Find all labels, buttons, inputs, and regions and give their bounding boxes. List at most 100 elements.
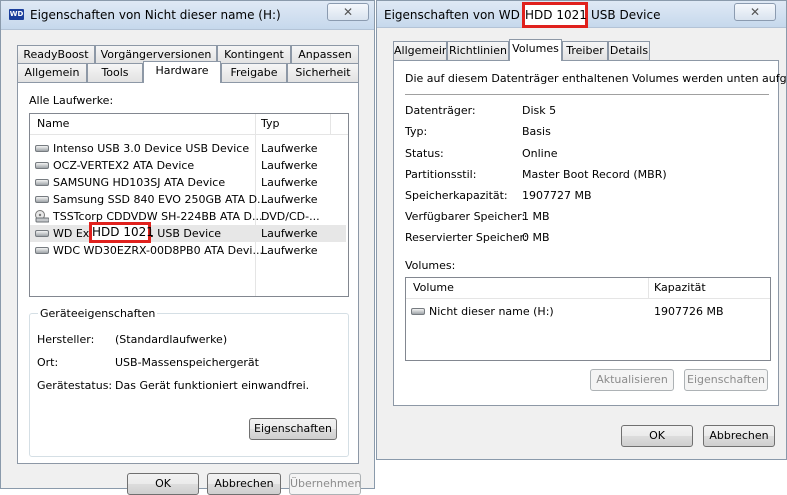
drive-name: OCZ-VERTEX2 ATA Device bbox=[53, 159, 195, 172]
wd-logo-icon: WD bbox=[9, 9, 24, 20]
info-label: Typ: bbox=[405, 125, 428, 138]
dvd-drive-icon bbox=[35, 210, 49, 223]
disk-drive-icon bbox=[35, 145, 49, 152]
tab-hardware[interactable]: Hardware bbox=[143, 61, 221, 83]
volume-drive-icon bbox=[411, 308, 425, 315]
drive-row-selected[interactable]: WD Ext HDD 1021 USB Device Laufwerke bbox=[30, 225, 346, 242]
info-value: Master Boot Record (MBR) bbox=[522, 168, 667, 181]
info-value: Basis bbox=[522, 125, 551, 138]
disk-drive-icon bbox=[35, 162, 49, 169]
info-value: 0 MB bbox=[522, 231, 550, 244]
drive-type: Laufwerke bbox=[261, 176, 318, 189]
drive-type: Laufwerke bbox=[261, 159, 318, 172]
drive-row[interactable]: WDC WD30EZRX-00D8PB0 ATA Devi... Laufwer… bbox=[30, 242, 346, 259]
right-titlebar[interactable]: Eigenschaften von WD Ext HDD 1021 USB De… bbox=[377, 1, 786, 28]
left-properties-window: WD Eigenschaften von Nicht dieser name (… bbox=[0, 0, 375, 495]
update-button[interactable]: Aktualisieren bbox=[590, 369, 674, 391]
volumes-panel: Die auf diesem Datenträger enthaltenen V… bbox=[393, 60, 787, 406]
prop-value: (Standardlaufwerke) bbox=[115, 333, 228, 346]
volumes-label: Volumes: bbox=[405, 259, 456, 272]
tab-sicherheit[interactable]: Sicherheit bbox=[287, 63, 359, 82]
all-drives-label: Alle Laufwerke: bbox=[29, 94, 114, 107]
tab-allgemein[interactable]: Allgemein bbox=[17, 63, 87, 82]
device-properties-button[interactable]: Eigenschaften bbox=[249, 418, 337, 440]
column-name[interactable]: Name bbox=[37, 114, 69, 134]
device-properties-group: Geräteeigenschaften Hersteller: (Standar… bbox=[29, 307, 349, 457]
right-window-title: Eigenschaften von WD Ext bbox=[384, 8, 543, 22]
column-type[interactable]: Typ bbox=[261, 114, 280, 134]
info-label: Speicherkapazität: bbox=[405, 189, 508, 202]
column-divider-end bbox=[330, 114, 331, 134]
left-titlebar[interactable]: WD Eigenschaften von Nicht dieser name (… bbox=[1, 1, 374, 30]
column-capacity[interactable]: Kapazität bbox=[654, 278, 706, 298]
drive-type: Laufwerke bbox=[261, 142, 318, 155]
ok-button[interactable]: OK bbox=[621, 425, 693, 447]
info-label: Verfügbarer Speicher: bbox=[405, 210, 526, 223]
drive-row[interactable]: TSSTcorp CDDVDW SH-224BB ATA D... DVD/CD… bbox=[30, 208, 346, 225]
disk-drive-icon bbox=[35, 247, 49, 254]
tab-freigabe[interactable]: Freigabe bbox=[221, 63, 287, 82]
column-volume[interactable]: Volume bbox=[413, 278, 454, 298]
drive-name: Samsung SSD 840 EVO 250GB ATA D... bbox=[53, 193, 268, 206]
prop-value: USB-Massenspeichergerät bbox=[115, 356, 259, 369]
info-label: Partitionsstil: bbox=[405, 168, 477, 181]
volumes-list[interactable]: Volume Kapazität Nicht dieser name (H:) … bbox=[405, 277, 771, 361]
info-label: Reservierter Speicher: bbox=[405, 231, 528, 244]
tab-treiber[interactable]: Treiber bbox=[562, 41, 608, 60]
tab-tools[interactable]: Tools bbox=[87, 63, 143, 82]
cancel-button[interactable]: Abbrechen bbox=[703, 425, 775, 447]
drives-list[interactable]: Name Typ Intenso USB 3.0 Device USB Devi… bbox=[29, 113, 349, 297]
info-value: Online bbox=[522, 147, 558, 160]
disk-drive-icon bbox=[35, 179, 49, 186]
tab-allgemein[interactable]: Allgemein bbox=[393, 41, 447, 60]
apply-button[interactable]: Übernehmen bbox=[289, 473, 361, 495]
info-label: Datenträger: bbox=[405, 104, 476, 117]
tab-volumes[interactable]: Volumes bbox=[509, 39, 562, 61]
drive-name: SAMSUNG HD103SJ ATA Device bbox=[53, 176, 226, 189]
cancel-button[interactable]: Abbrechen bbox=[207, 473, 281, 495]
info-value: Disk 5 bbox=[522, 104, 557, 117]
drive-name: TSSTcorp CDDVDW SH-224BB ATA D... bbox=[53, 210, 263, 223]
drive-row[interactable]: SAMSUNG HD103SJ ATA Device Laufwerke bbox=[30, 174, 346, 191]
tab-details[interactable]: Details bbox=[608, 41, 650, 60]
tab-richtlinien[interactable]: Richtlinien bbox=[447, 41, 509, 60]
disk-drive-icon bbox=[35, 230, 49, 237]
drives-list-header: Name Typ bbox=[30, 114, 348, 135]
volume-row[interactable]: Nicht dieser name (H:) 1907726 MB bbox=[406, 303, 770, 320]
info-label: Status: bbox=[405, 147, 444, 160]
prop-label: Hersteller: bbox=[37, 333, 95, 346]
volumes-list-header: Volume Kapazität bbox=[406, 278, 770, 299]
description-divider bbox=[405, 94, 769, 95]
right-properties-window: Eigenschaften von WD Ext HDD 1021 USB De… bbox=[376, 0, 787, 460]
title-suffix: USB Device bbox=[591, 8, 661, 22]
drive-row[interactable]: OCZ-VERTEX2 ATA Device Laufwerke bbox=[30, 157, 346, 174]
right-close-button[interactable]: ✕ bbox=[734, 3, 776, 21]
tab-kontingent[interactable]: Kontingent bbox=[217, 45, 291, 63]
drive-type: Laufwerke bbox=[261, 227, 318, 240]
disk-drive-icon bbox=[35, 196, 49, 203]
hardware-panel: Alle Laufwerke: Name Typ Intenso USB 3.0… bbox=[17, 82, 359, 464]
drive-row[interactable]: Samsung SSD 840 EVO 250GB ATA D... Laufw… bbox=[30, 191, 346, 208]
info-value: 1 MB bbox=[522, 210, 550, 223]
drive-name: WDC WD30EZRX-00D8PB0 ATA Devi... bbox=[53, 244, 263, 257]
tab-anpassen[interactable]: Anpassen bbox=[291, 45, 359, 63]
volume-properties-button[interactable]: Eigenschaften bbox=[684, 369, 768, 391]
title-prefix: Eigenschaften von WD Ext bbox=[384, 8, 544, 22]
volume-name: Nicht dieser name (H:) bbox=[429, 305, 554, 318]
info-value: 1907727 MB bbox=[522, 189, 592, 202]
ok-button[interactable]: OK bbox=[127, 473, 199, 495]
left-close-button[interactable]: ✕ bbox=[327, 3, 369, 21]
volumes-description: Die auf diesem Datenträger enthaltenen V… bbox=[405, 72, 787, 85]
prop-label: Gerätestatus: bbox=[37, 379, 113, 392]
highlight-annotation: HDD 1021 bbox=[89, 222, 154, 243]
column-divider bbox=[648, 278, 649, 298]
drive-type: DVD/CD-... bbox=[261, 210, 320, 223]
tab-readyboost[interactable]: ReadyBoost bbox=[17, 45, 95, 63]
device-properties-title: Geräteeigenschaften bbox=[38, 307, 158, 320]
prop-label: Ort: bbox=[37, 356, 59, 369]
title-highlight-annotation: HDD 1021 bbox=[522, 2, 588, 28]
volume-capacity: 1907726 MB bbox=[654, 305, 724, 318]
drive-row[interactable]: Intenso USB 3.0 Device USB Device Laufwe… bbox=[30, 140, 346, 157]
drive-name: Intenso USB 3.0 Device USB Device bbox=[53, 142, 250, 155]
left-window-title: Eigenschaften von Nicht dieser name (H:) bbox=[30, 8, 281, 22]
